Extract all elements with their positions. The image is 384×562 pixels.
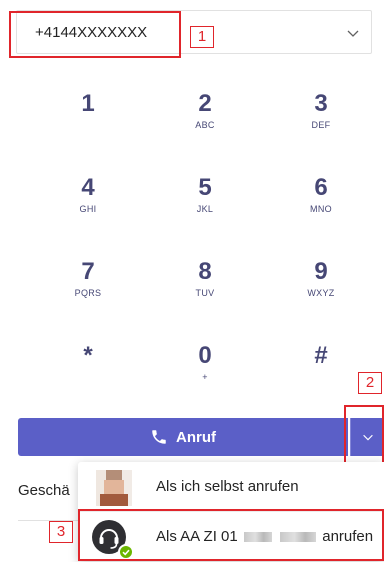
call-as-menu: Als ich selbst anrufen Als AA ZI 01 anru… [78,462,384,561]
dial-key-9[interactable]: 9 WXYZ [276,250,366,320]
dial-key-letters: + [202,372,208,382]
dial-key-letters: WXYZ [307,288,335,298]
avatar [96,470,132,506]
phone-icon [152,430,166,444]
dial-key-3[interactable]: 3 DEF [276,82,366,152]
dial-key-1[interactable]: 1 [43,82,133,152]
dial-key-7[interactable]: 7 PQRS [43,250,133,320]
chevron-down-icon [362,434,373,441]
dial-key-letters: ABC [195,120,215,130]
dial-key-2[interactable]: 2 ABC [160,82,250,152]
menu-item-label: Als ich selbst anrufen [156,478,299,495]
dial-key-digit: 8 [198,258,212,285]
menu-item-label-suffix: anrufen [322,528,374,545]
menu-item-call-as-queue[interactable]: Als AA ZI 01 anrufen [78,512,384,562]
dial-key-hash[interactable]: # [276,334,366,404]
dial-key-digit: 9 [314,258,328,285]
call-button-label: Anruf [176,428,216,446]
call-button[interactable]: Anruf [18,418,348,456]
dial-key-letters: GHI [79,204,97,214]
annotation-badge-3: 3 [49,521,73,543]
call-options-dropdown[interactable] [350,418,384,456]
dial-key-star[interactable]: * [43,334,133,404]
menu-item-call-as-self[interactable]: Als ich selbst anrufen [78,462,384,512]
dial-key-digit: 5 [198,174,212,201]
dial-key-0[interactable]: 0 + [160,334,250,404]
checkmark-icon [118,544,134,560]
dial-key-letters: JKL [196,204,214,214]
dial-key-digit: 6 [314,174,328,201]
dial-key-digit: # [314,342,328,369]
dial-key-digit: 3 [314,90,328,117]
dial-key-letters: DEF [311,120,331,130]
dial-key-digit: 2 [198,90,212,117]
phone-number-value: +4144XXXXXXX [35,24,148,41]
redacted-text [280,532,317,543]
dial-key-8[interactable]: 8 TUV [160,250,250,320]
dial-key-5[interactable]: 5 JKL [160,166,250,236]
annotation-badge-2: 2 [358,372,382,394]
menu-item-label: Als AA ZI 01 anrufen [156,528,373,545]
annotation-badge-1: 1 [190,26,214,48]
dial-key-letters: MNO [310,204,332,214]
dial-key-digit: * [83,342,93,369]
dial-key-4[interactable]: 4 GHI [43,166,133,236]
dial-key-digit: 7 [81,258,95,285]
redacted-text [243,532,272,543]
chevron-down-icon[interactable] [345,25,361,41]
dial-key-6[interactable]: 6 MNO [276,166,366,236]
dial-key-letters: PQRS [74,288,102,298]
dial-key-digit: 4 [81,174,95,201]
dial-key-digit: 1 [81,90,95,117]
dial-key-digit: 0 [198,342,212,369]
dial-key-letters: TUV [195,288,215,298]
menu-item-label-prefix: Als AA ZI 01 [156,528,238,545]
background-tab-label: Geschä [18,482,70,499]
